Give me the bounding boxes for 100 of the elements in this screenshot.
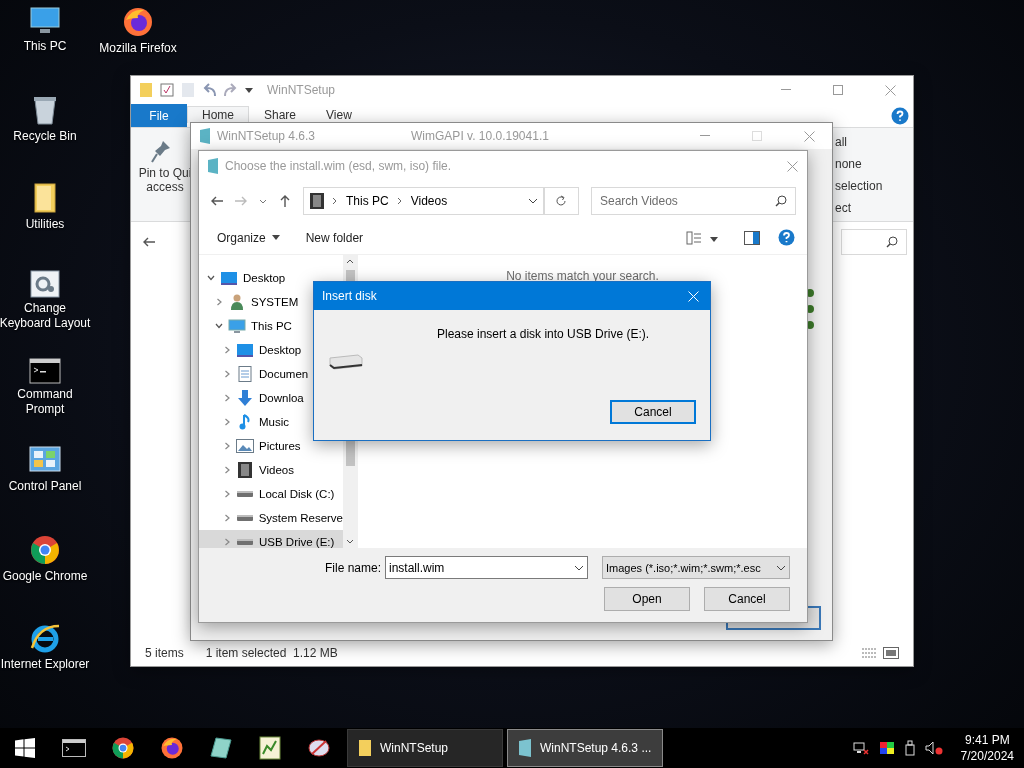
up-icon[interactable] — [279, 195, 291, 207]
chevron-right-icon[interactable] — [215, 298, 223, 306]
redo-icon[interactable] — [223, 83, 239, 97]
fox-globe-icon[interactable] — [159, 736, 184, 760]
document-icon — [238, 366, 252, 382]
desktop-icon — [220, 271, 238, 285]
separator-icon — [396, 197, 403, 205]
back-icon[interactable] — [211, 195, 223, 207]
cancel-button[interactable]: Cancel — [610, 400, 696, 424]
usb-drive-icon[interactable] — [904, 740, 915, 756]
ribbon-command[interactable]: none — [835, 158, 913, 172]
field-label: File name: — [324, 560, 381, 575]
tree-item[interactable]: Videos — [199, 458, 343, 482]
desktop-icon-label[interactable]: Utilities — [25, 217, 65, 232]
tree-item[interactable]: Pictures — [199, 434, 343, 458]
refresh-button[interactable] — [543, 187, 579, 215]
minimize-icon[interactable] — [781, 89, 791, 91]
minimize-icon[interactable] — [700, 135, 710, 137]
person-icon — [230, 294, 244, 310]
chevron-right-icon[interactable] — [223, 394, 231, 402]
desktop-icon-label[interactable]: Internet Explorer — [0, 657, 90, 672]
taskbar-task[interactable]: WinNTSetup — [347, 729, 503, 767]
preview-pane-icon[interactable] — [744, 230, 760, 245]
dropdown-icon[interactable] — [528, 198, 538, 204]
network-icon[interactable] — [852, 741, 869, 755]
caret-icon — [245, 87, 253, 93]
drive-icon — [328, 354, 364, 370]
refresh-icon[interactable] — [555, 195, 567, 207]
terminal-icon — [29, 358, 61, 384]
help-icon[interactable] — [891, 106, 909, 125]
chart-document-icon[interactable] — [258, 736, 281, 760]
drive-icon — [237, 538, 253, 546]
undo-icon[interactable] — [201, 83, 217, 97]
chevron-right-icon[interactable] — [223, 538, 231, 546]
dropdown-icon[interactable] — [574, 564, 584, 571]
ribbon-command[interactable]: all — [835, 136, 913, 150]
new-folder-button[interactable]: New folder — [305, 230, 364, 245]
organize-menu[interactable]: Organize — [217, 230, 280, 245]
chevron-right-icon[interactable] — [223, 514, 231, 522]
desktop-icon-label[interactable]: Change Keyboard Layout — [0, 301, 93, 331]
scroll-down-icon[interactable] — [346, 539, 354, 544]
search-field[interactable]: Search Videos — [591, 187, 796, 215]
desktop-icon-label[interactable]: This PC — [23, 39, 67, 54]
back-icon[interactable] — [143, 236, 155, 248]
search-icon[interactable] — [775, 195, 787, 207]
close-icon[interactable] — [803, 130, 815, 142]
breadcrumb[interactable]: Videos — [410, 194, 448, 208]
chevron-right-icon[interactable] — [223, 370, 231, 378]
chevron-down-icon[interactable] — [207, 274, 215, 282]
thumbnail-view-icon[interactable] — [883, 647, 899, 659]
chevron-right-icon[interactable] — [223, 466, 231, 474]
ribbon-command[interactable]: ect — [835, 202, 913, 216]
search-icon[interactable] — [886, 236, 898, 248]
file-name-field[interactable]: install.wim — [385, 556, 588, 579]
close-icon[interactable] — [786, 160, 798, 172]
empty-message: No items match your search. — [506, 269, 659, 283]
clock-time[interactable]: 9:41 PM — [964, 732, 1010, 748]
picture-icon — [236, 439, 254, 453]
dropdown-icon[interactable] — [776, 564, 786, 571]
chevron-right-icon[interactable] — [223, 442, 231, 450]
help-icon[interactable] — [778, 229, 795, 246]
chevron-right-icon[interactable] — [223, 418, 231, 426]
breadcrumb[interactable]: This PC — [346, 194, 389, 208]
desktop-icon-label[interactable]: Mozilla Firefox — [99, 41, 177, 56]
desktop-icon-label[interactable]: Control Panel — [8, 479, 82, 494]
chrome-icon[interactable] — [110, 736, 135, 760]
app-icon — [518, 739, 532, 757]
dialog-button[interactable]: Open — [604, 587, 690, 611]
tree-item[interactable]: Desktop — [199, 266, 343, 290]
file-type-dropdown[interactable]: Images (*.iso;*.wim;*.swm;*.esc — [602, 556, 790, 579]
taskbar-task[interactable]: WinNTSetup 4.6.3 ... — [507, 729, 663, 767]
tree-item[interactable]: Local Disk (C:) — [199, 482, 343, 506]
file-tab[interactable]: File — [131, 104, 187, 127]
desktop-icon-label[interactable]: Recycle Bin — [13, 129, 77, 144]
tree-item[interactable]: System Reserve — [199, 506, 343, 530]
desktop-icon-label[interactable]: Google Chrome — [2, 569, 88, 584]
tree-item[interactable]: USB Drive (E:) — [199, 530, 343, 548]
film-icon — [238, 462, 252, 478]
terminal-icon[interactable] — [61, 739, 86, 757]
recent-caret-icon[interactable] — [259, 198, 267, 204]
window-title: WinNTSetup 4.6.3 — [217, 129, 316, 143]
clock-date[interactable]: 7/20/2024 — [960, 748, 1014, 764]
search-field[interactable] — [841, 229, 907, 255]
dialog-button[interactable]: Cancel — [704, 587, 790, 611]
ribbon-command[interactable]: selection — [835, 180, 913, 194]
chevron-right-icon[interactable] — [223, 346, 231, 354]
start-icon[interactable] — [14, 738, 35, 758]
pin-icon[interactable] — [151, 140, 171, 164]
chevron-down-icon[interactable] — [215, 322, 223, 330]
address-bar[interactable]: This PC Videos — [303, 187, 545, 215]
desktop-icon-label[interactable]: Command Prompt — [0, 387, 93, 417]
checkbox-icon[interactable] — [159, 82, 175, 98]
close-icon[interactable] — [884, 84, 896, 96]
notepad-icon[interactable] — [209, 737, 232, 759]
chevron-right-icon[interactable] — [223, 490, 231, 498]
muted-speaker-icon[interactable] — [924, 741, 943, 755]
maximize-icon[interactable] — [833, 85, 843, 95]
color-palette-icon[interactable] — [878, 741, 895, 755]
drive-icon — [237, 490, 253, 498]
scroll-up-icon[interactable] — [346, 259, 354, 264]
